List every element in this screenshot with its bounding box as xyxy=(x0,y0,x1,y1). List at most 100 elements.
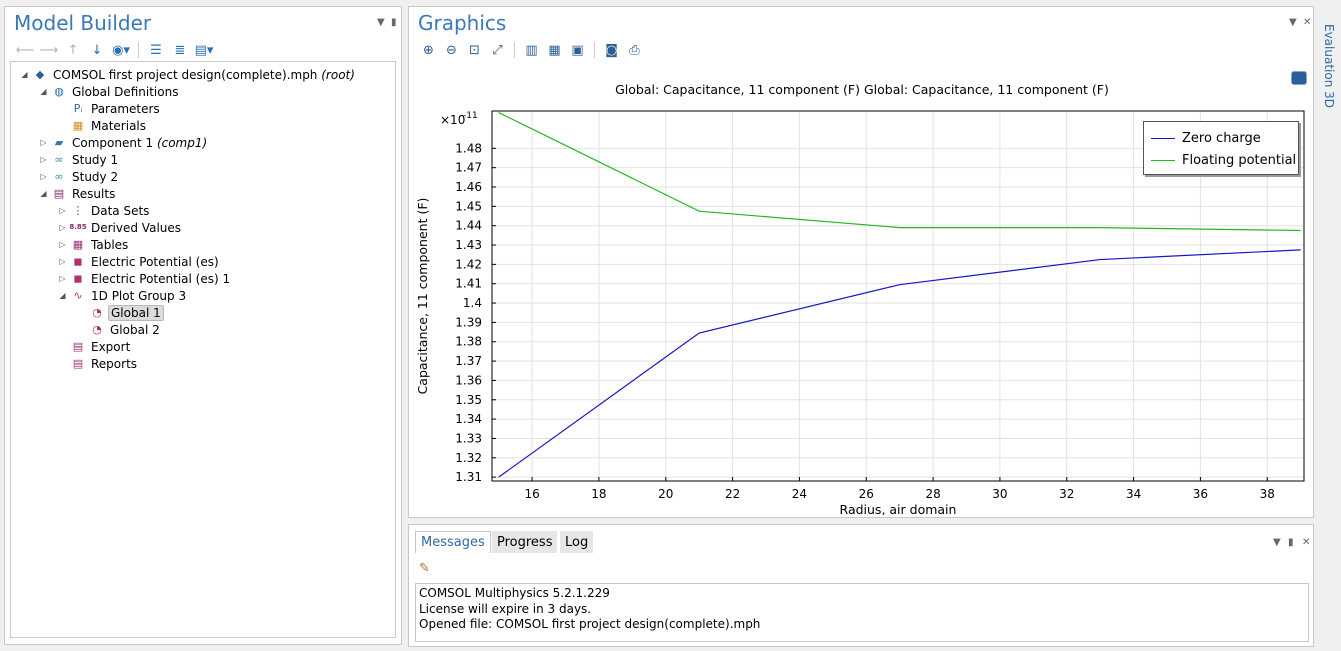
plot-group-3d-icon: ◼ xyxy=(73,255,83,268)
y-exponent: ×10 xyxy=(440,113,465,127)
camera-icon[interactable]: ◙ xyxy=(600,41,623,59)
y-tick-label: 1.35 xyxy=(455,393,482,407)
collapse-arrow-icon[interactable]: ◢ xyxy=(57,291,68,300)
tree-node[interactable]: ▤ Reports xyxy=(57,355,139,372)
legend-label: Floating potential xyxy=(1182,152,1297,168)
show-icon[interactable]: ◉▾ xyxy=(109,41,133,59)
collapse-all-icon[interactable]: ☰ xyxy=(144,41,168,59)
table-icon[interactable]: ▦ xyxy=(543,41,566,59)
back-arrow-icon[interactable]: ⟵ xyxy=(13,41,37,59)
tree-node[interactable]: ◢ ◍ Global Definitions xyxy=(38,83,180,100)
panel-menu-icon[interactable]: ▼ xyxy=(377,17,385,28)
tree-node[interactable]: ◢ ◆ COMSOL first project design(complete).… xyxy=(19,66,357,83)
x-tick-label: 18 xyxy=(591,487,606,501)
tree-node[interactable]: ▷ ◼ Electric Potential (es) xyxy=(57,253,221,270)
plot-group-1d-icon: ∿ xyxy=(73,289,83,302)
side-tab-evaluation-3d[interactable]: Evaluation 3D xyxy=(1322,24,1336,108)
tab-progress[interactable]: Progress xyxy=(492,531,558,553)
collapse-arrow-icon[interactable]: ◢ xyxy=(38,189,49,198)
tables-icon: ▦ xyxy=(72,238,84,251)
expand-arrow-icon[interactable]: ▷ xyxy=(57,240,68,249)
tree-node-label: Derived Values xyxy=(91,220,182,235)
tree-node[interactable]: ◔ Global 1 xyxy=(76,304,164,321)
tab-log[interactable]: Log xyxy=(560,531,594,553)
tree-node-label: Reports xyxy=(91,356,138,371)
messages-panel: Messages Progress Log ▼ ▮ ✕ ✎ COMSOL Mul… xyxy=(408,524,1314,647)
view-options-icon[interactable]: ▤▾ xyxy=(192,41,216,59)
graphics-panel: Graphics ▼ ✕ ⊕ ⊖ ⊡ ⤢ ▥ ▦ ▣ ◙ ⎙ Global: C… xyxy=(408,6,1314,518)
tree-node[interactable]: ▷ ⋮ Data Sets xyxy=(57,202,151,219)
y-tick-label: 1.47 xyxy=(455,161,482,175)
y-tick-label: 1.46 xyxy=(455,180,482,194)
tree-node-label: Study 2 xyxy=(72,169,119,184)
expand-arrow-icon[interactable]: ▷ xyxy=(57,206,68,215)
model-builder-panel: Model Builder ▼ ▮ ⟵ ⟶ ↑ ↓ ◉▾ ☰ ≣ ▤▾ ◢ ◆ CO… xyxy=(4,6,402,645)
clear-broom-icon[interactable]: ✎ xyxy=(419,561,430,576)
y-tick-label: 1.37 xyxy=(455,354,482,368)
x-tick-label: 26 xyxy=(859,487,874,501)
expand-arrow-icon[interactable]: ▷ xyxy=(57,274,68,283)
tree-node-label: Tables xyxy=(91,237,129,252)
y-tick-label: 1.39 xyxy=(455,315,482,329)
legend: Zero charge Floating potential xyxy=(1143,121,1299,175)
tree-node[interactable]: ▷ ∞ Study 2 xyxy=(38,168,120,185)
x-tick-label: 22 xyxy=(725,487,740,501)
tree-node[interactable]: ▷ 8.85 Derived Values xyxy=(57,219,183,236)
tree-node[interactable]: ◢ ▤ Results xyxy=(38,185,117,202)
zoom-in-icon[interactable]: ⊕ xyxy=(417,41,440,59)
expand-arrow-icon[interactable]: ▷ xyxy=(38,172,49,181)
y-tick-label: 1.34 xyxy=(455,412,482,426)
panel-menu-icon[interactable]: ▼ xyxy=(1289,17,1297,28)
message-log: COMSOL Multiphysics 5.2.1.229 License wi… xyxy=(415,583,1309,642)
expand-arrow-icon[interactable]: ▷ xyxy=(38,138,49,147)
tree-node-label: Study 1 xyxy=(72,152,119,167)
global-plot-icon: ◔ xyxy=(92,306,102,319)
collapse-arrow-icon[interactable]: ◢ xyxy=(38,87,49,96)
x-tick-label: 20 xyxy=(658,487,673,501)
reports-icon: ▤ xyxy=(72,357,84,370)
y-tick-label: 1.32 xyxy=(455,451,482,465)
tree-node[interactable]: ◔ Global 2 xyxy=(76,321,162,338)
tree-node-label: Parameters xyxy=(91,101,160,116)
zoom-extents-icon[interactable]: ⤢ xyxy=(486,41,509,59)
expand-arrow-icon[interactable]: ▷ xyxy=(57,257,68,266)
tree-node[interactable]: ▷ ◼ Electric Potential (es) 1 xyxy=(57,270,232,287)
tree-node[interactable]: ▷ ▰ Component 1 (comp1) xyxy=(38,134,209,151)
close-icon[interactable]: ✕ xyxy=(1302,537,1310,548)
legend-icon[interactable]: ▣ xyxy=(566,41,589,59)
y-tick-label: 1.4 xyxy=(463,296,482,310)
plot-area[interactable]: Global: Capacitance, 11 component (F) Gl… xyxy=(413,65,1311,515)
expand-arrow-icon[interactable]: ▷ xyxy=(57,223,68,232)
graphics-toolbar: ⊕ ⊖ ⊡ ⤢ ▥ ▦ ▣ ◙ ⎙ xyxy=(417,41,646,59)
close-icon[interactable]: ✕ xyxy=(1303,17,1311,28)
move-down-icon[interactable]: ↓ xyxy=(85,41,109,59)
panel-menu-icon[interactable]: ▼ xyxy=(1273,537,1281,548)
tree-node[interactable]: ▦ Materials xyxy=(57,117,148,134)
tree-node[interactable]: Pᵢ Parameters xyxy=(57,100,162,117)
tree-node[interactable]: ▷ ∞ Study 1 xyxy=(38,151,120,168)
x-tick-label: 34 xyxy=(1126,487,1141,501)
grid-icon[interactable]: ▥ xyxy=(520,41,543,59)
tab-messages[interactable]: Messages xyxy=(415,531,491,553)
zoom-box-icon[interactable]: ⊡ xyxy=(463,41,486,59)
parameters-icon: Pᵢ xyxy=(73,102,83,115)
legend-entry: Zero charge xyxy=(1151,129,1261,147)
collapse-arrow-icon[interactable]: ◢ xyxy=(19,70,30,79)
expand-arrow-icon[interactable]: ▷ xyxy=(38,155,49,164)
y-exponent-power: -11 xyxy=(463,111,478,121)
tree-node-label: COMSOL first project design(complete).mp… xyxy=(53,67,355,82)
tree-node-tag: (comp1) xyxy=(153,135,208,150)
pin-icon[interactable]: ▮ xyxy=(1288,537,1294,548)
tree-node-tag: (root) xyxy=(317,67,355,82)
forward-arrow-icon[interactable]: ⟶ xyxy=(37,41,61,59)
tree-node-label: Electric Potential (es) 1 xyxy=(91,271,231,286)
tree-node[interactable]: ◢ ∿ 1D Plot Group 3 xyxy=(57,287,188,304)
move-up-icon[interactable]: ↑ xyxy=(61,41,85,59)
pin-icon[interactable]: ▮ xyxy=(391,17,397,28)
print-icon[interactable]: ⎙ xyxy=(623,41,646,59)
tree-node[interactable]: ▤ Export xyxy=(57,338,132,355)
expand-all-icon[interactable]: ≣ xyxy=(168,41,192,59)
zoom-out-icon[interactable]: ⊖ xyxy=(440,41,463,59)
tree-node[interactable]: ▷ ▦ Tables xyxy=(57,236,130,253)
model-builder-title: Model Builder xyxy=(14,11,152,35)
